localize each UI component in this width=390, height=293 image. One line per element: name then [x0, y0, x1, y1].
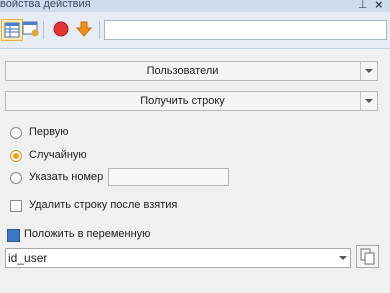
search-input[interactable] [104, 20, 387, 40]
radio-random[interactable] [10, 150, 22, 162]
source-combo[interactable]: Пользователи [5, 61, 378, 81]
toolbar-separator [43, 21, 44, 39]
delete-row-checkbox[interactable] [10, 200, 22, 212]
variable-value: id_user [8, 251, 48, 265]
variable-checkbox[interactable] [7, 229, 20, 242]
variable-label: Положить в переменную [24, 228, 151, 240]
delete-row-label: Удалить строку после взятия [29, 199, 178, 211]
chevron-down-icon[interactable] [360, 62, 377, 80]
copy-button[interactable] [356, 245, 379, 268]
toolbar-separator [99, 21, 100, 39]
radio-number[interactable] [10, 172, 22, 184]
down-arrow-icon[interactable] [75, 20, 93, 38]
close-icon[interactable]: × [375, 0, 383, 12]
chevron-down-icon[interactable] [360, 92, 377, 110]
radio-random-label: Случайную [29, 149, 87, 161]
table-icon[interactable] [1, 19, 23, 41]
copy-icon [360, 248, 375, 265]
source-combo-value: Пользователи [146, 65, 219, 77]
panel-title: войства действия [0, 0, 91, 10]
action-combo-value: Получить строку [140, 95, 225, 107]
edit-window-icon[interactable] [22, 20, 40, 38]
chevron-down-icon[interactable] [336, 249, 350, 267]
toolbar [0, 12, 390, 49]
stop-icon[interactable] [52, 20, 70, 38]
variable-combo[interactable]: id_user [5, 248, 351, 268]
pin-icon[interactable]: ⊥ [358, 0, 368, 11]
action-combo[interactable]: Получить строку [5, 91, 378, 111]
radio-number-label: Указать номер [29, 171, 104, 183]
panel-titlebar: войства действия ⊥ × [0, 0, 390, 12]
row-number-input[interactable] [108, 168, 229, 186]
radio-first[interactable] [10, 127, 22, 139]
radio-first-label: Первую [29, 126, 69, 138]
